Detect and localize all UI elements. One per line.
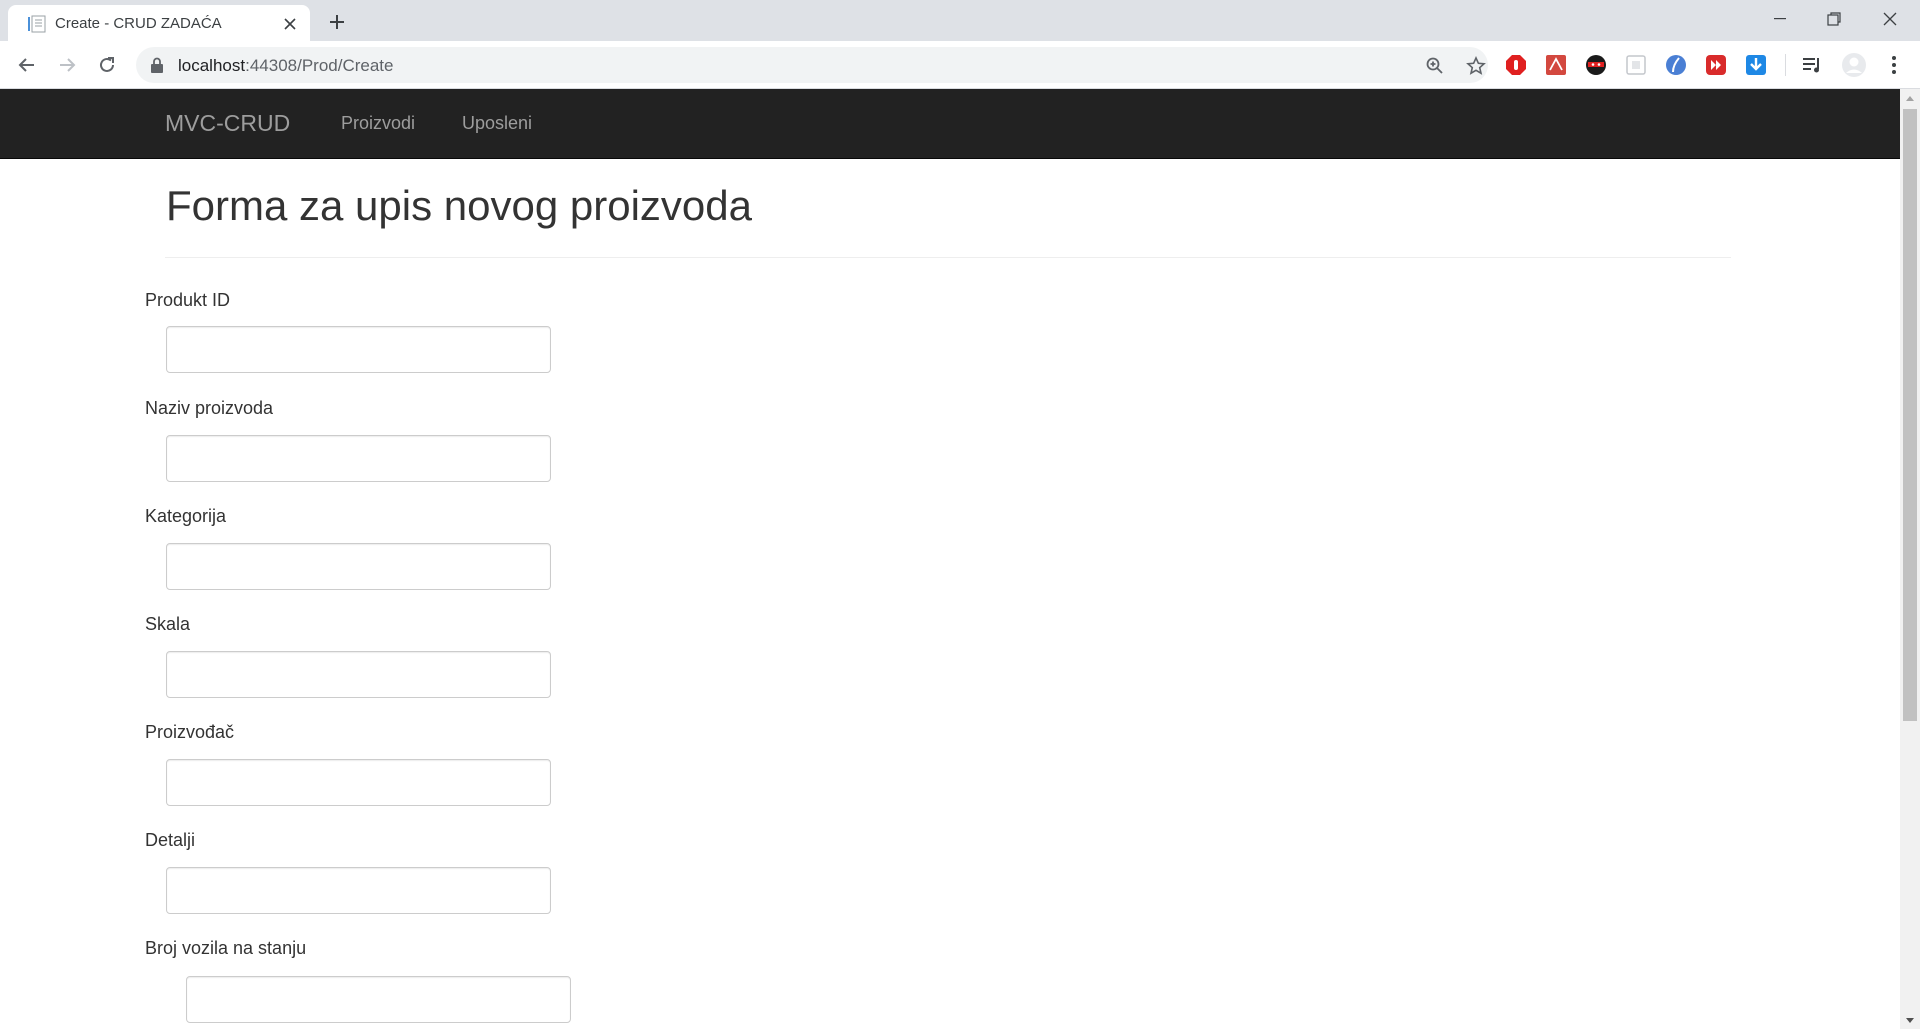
proizvodjac-input[interactable]: [166, 759, 551, 806]
skala-input[interactable]: [166, 651, 551, 698]
frame-icon[interactable]: [1625, 54, 1647, 76]
pdf-icon[interactable]: [1545, 54, 1567, 76]
star-icon[interactable]: [1465, 55, 1487, 77]
label-detalji: Detalji: [145, 830, 196, 850]
toolbar-divider: [1785, 54, 1786, 76]
address-bar[interactable]: localhost:44308/Prod/Create: [136, 47, 1488, 83]
forward-icon[interactable]: [53, 51, 81, 79]
vertical-scrollbar[interactable]: [1900, 89, 1920, 1029]
label-proizvodjac: Proizvođač: [145, 722, 235, 742]
url-text: localhost:44308/Prod/Create: [178, 56, 394, 75]
compass-icon[interactable]: [1665, 54, 1687, 76]
label-produkt-id: Produkt ID: [145, 290, 231, 310]
download-icon[interactable]: [1745, 54, 1767, 76]
kategorija-input[interactable]: [166, 543, 551, 590]
tab-title: Create - CRUD ZADAĆA: [55, 15, 222, 32]
adblock-icon[interactable]: [1505, 54, 1527, 76]
profile-icon[interactable]: [1841, 52, 1867, 78]
label-broj-vozila: Broj vozila na stanju: [145, 938, 307, 958]
page-favicon-icon: [27, 15, 47, 33]
minimize-icon[interactable]: [1752, 0, 1808, 38]
brand-link[interactable]: MVC-CRUD: [165, 110, 290, 137]
scrollbar-thumb[interactable]: [1903, 109, 1917, 721]
broj-vozila-input[interactable]: [186, 976, 571, 1023]
restore-icon[interactable]: [1806, 0, 1862, 38]
naziv-proizvoda-input[interactable]: [166, 435, 551, 482]
page-title: Forma za upis novog proizvoda: [166, 182, 752, 229]
browser-tab[interactable]: Create - CRUD ZADAĆA: [8, 5, 310, 41]
scroll-down-icon[interactable]: [1900, 1011, 1920, 1029]
zoom-icon[interactable]: [1424, 55, 1446, 77]
close-window-icon[interactable]: [1862, 0, 1918, 38]
back-icon[interactable]: [13, 51, 41, 79]
nav-link-uposleni[interactable]: Uposleni: [462, 113, 532, 134]
detalji-input[interactable]: [166, 867, 551, 914]
menu-icon[interactable]: [1883, 54, 1905, 76]
nav-link-proizvodi[interactable]: Proizvodi: [341, 113, 415, 134]
browser-toolbar: localhost:44308/Prod/Create: [0, 41, 1920, 89]
lock-icon: [150, 57, 164, 73]
tab-close-icon[interactable]: [280, 14, 300, 34]
page-viewport: MVC-CRUD Proizvodi Uposleni Forma za upi…: [0, 89, 1900, 1029]
site-navbar: MVC-CRUD Proizvodi Uposleni: [0, 89, 1900, 159]
scroll-up-icon[interactable]: [1900, 89, 1920, 107]
ninja-icon[interactable]: [1585, 54, 1607, 76]
label-naziv-proizvoda: Naziv proizvoda: [145, 398, 274, 418]
media-queue-icon[interactable]: [1801, 54, 1823, 76]
title-divider: [165, 257, 1731, 258]
video-icon[interactable]: [1705, 54, 1727, 76]
new-tab-icon[interactable]: [324, 9, 350, 35]
produkt-id-input[interactable]: [166, 326, 551, 373]
label-kategorija: Kategorija: [145, 506, 227, 526]
reload-icon[interactable]: [93, 51, 121, 79]
label-skala: Skala: [145, 614, 191, 634]
tab-strip: Create - CRUD ZADAĆA: [0, 0, 1920, 41]
